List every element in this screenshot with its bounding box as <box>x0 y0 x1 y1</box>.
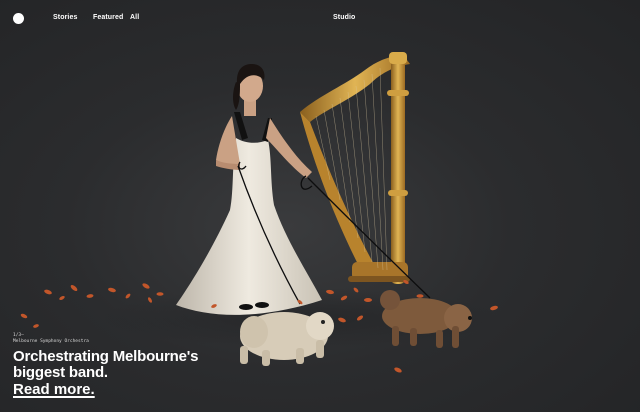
read-more-link[interactable]: Read more. <box>13 382 95 398</box>
nav-link-all[interactable]: All <box>130 14 139 21</box>
hero-caption: 1/3— Melbourne Symphony Orchestra Orches… <box>13 333 313 399</box>
nav-link-featured[interactable]: Featured <box>93 14 123 21</box>
hero-page: Stories Featured All Studio 1/3— Melbour… <box>0 0 640 412</box>
top-nav: Stories Featured All Studio <box>0 0 640 36</box>
harp <box>300 52 410 284</box>
hero-headline-line-2: biggest band. <box>13 364 108 381</box>
nav-link-studio[interactable]: Studio <box>333 14 355 21</box>
hero-headline-line-1: Orchestrating Melbourne's <box>13 348 199 365</box>
logo-circle-icon[interactable] <box>13 13 24 24</box>
story-client: Melbourne Symphony Orchestra <box>13 339 89 344</box>
hero-headline: Orchestrating Melbourne's biggest band. <box>13 349 313 381</box>
nav-link-stories[interactable]: Stories <box>53 14 77 21</box>
harpist-woman <box>176 64 322 315</box>
